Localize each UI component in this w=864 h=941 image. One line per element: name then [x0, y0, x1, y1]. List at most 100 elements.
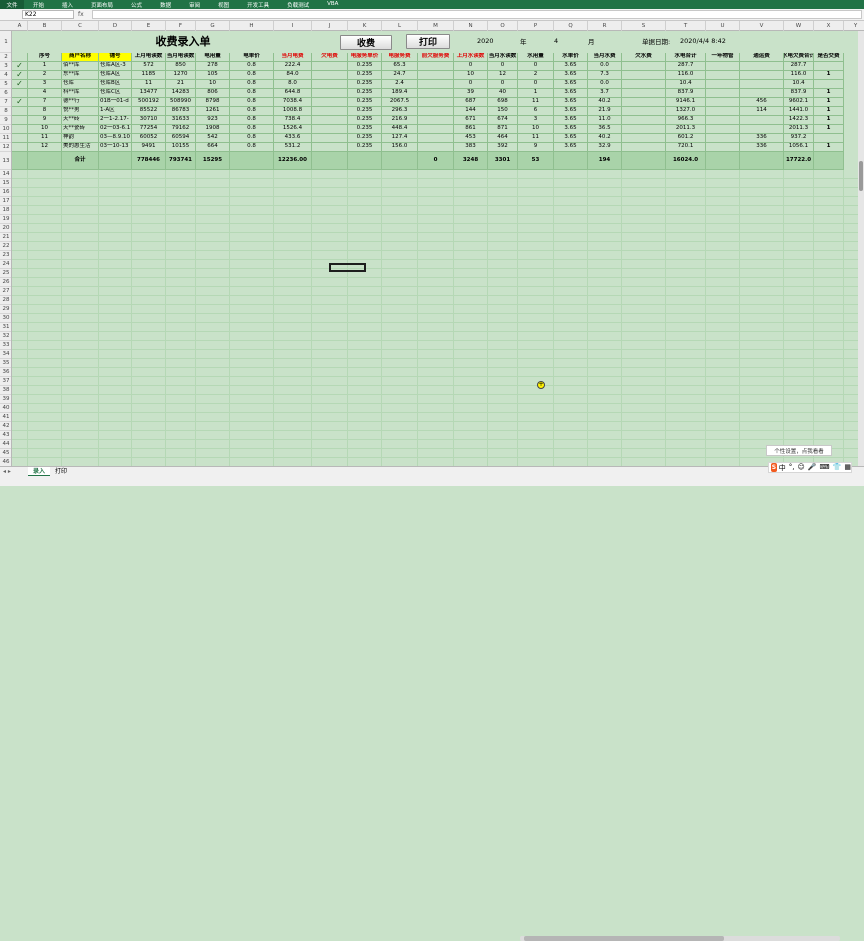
row-header[interactable]: 24 [0, 260, 11, 269]
total-cell[interactable]: 12236.00 [274, 152, 312, 170]
empty-cell[interactable] [62, 224, 99, 233]
data-cell[interactable]: 美的惠生活 [62, 143, 99, 152]
empty-cell[interactable] [554, 170, 588, 179]
empty-cell[interactable] [518, 404, 554, 413]
total-cell[interactable]: 3248 [454, 152, 488, 170]
empty-cell[interactable] [230, 215, 274, 224]
row-header[interactable]: 5 [0, 80, 11, 89]
header-cell[interactable]: 当月水费 [588, 53, 622, 62]
data-cell[interactable] [312, 116, 348, 125]
empty-cell[interactable] [12, 386, 28, 395]
data-cell[interactable] [418, 125, 454, 134]
empty-cell[interactable] [622, 395, 666, 404]
empty-cell[interactable] [348, 305, 382, 314]
empty-cell[interactable] [622, 197, 666, 206]
empty-cell[interactable] [784, 188, 814, 197]
row-header[interactable]: 16 [0, 188, 11, 197]
data-cell[interactable] [706, 89, 740, 98]
header-cell[interactable]: 水电欠费合计 [784, 53, 814, 62]
empty-cell[interactable] [132, 260, 166, 269]
data-cell[interactable]: 8.0 [274, 80, 312, 89]
empty-cell[interactable] [274, 224, 312, 233]
empty-cell[interactable] [454, 359, 488, 368]
data-cell[interactable]: 1441.0 [784, 107, 814, 116]
empty-cell[interactable] [348, 314, 382, 323]
empty-cell[interactable] [274, 260, 312, 269]
empty-cell[interactable] [554, 377, 588, 386]
empty-cell[interactable] [132, 197, 166, 206]
row-header[interactable]: 44 [0, 440, 11, 449]
empty-cell[interactable] [588, 233, 622, 242]
data-cell[interactable] [622, 98, 666, 107]
empty-cell[interactable] [132, 233, 166, 242]
empty-cell[interactable] [12, 458, 28, 466]
fx-icon[interactable]: fx [78, 10, 84, 19]
empty-cell[interactable] [132, 449, 166, 458]
empty-cell[interactable] [740, 314, 784, 323]
empty-cell[interactable] [554, 305, 588, 314]
empty-cell[interactable] [814, 314, 844, 323]
empty-cell[interactable] [454, 458, 488, 466]
empty-cell[interactable] [454, 413, 488, 422]
data-cell[interactable]: 0.0 [588, 62, 622, 71]
empty-cell[interactable] [196, 440, 230, 449]
empty-cell[interactable] [382, 359, 418, 368]
data-cell[interactable] [814, 134, 844, 143]
empty-cell[interactable] [588, 251, 622, 260]
empty-cell[interactable] [784, 314, 814, 323]
header-cell[interactable]: 当月电费 [274, 53, 312, 62]
empty-cell[interactable] [348, 368, 382, 377]
empty-cell[interactable] [418, 332, 454, 341]
empty-cell[interactable] [666, 458, 706, 466]
ime-item-icon[interactable]: °, [789, 463, 795, 473]
empty-cell[interactable] [418, 233, 454, 242]
data-cell[interactable]: 0.235 [348, 125, 382, 134]
empty-cell[interactable] [28, 404, 62, 413]
sogou-logo-icon[interactable]: S [771, 463, 777, 472]
empty-cell[interactable] [274, 422, 312, 431]
empty-cell[interactable] [12, 287, 28, 296]
ribbon-tab[interactable]: 负载测试 [278, 1, 318, 9]
empty-cell[interactable] [454, 341, 488, 350]
empty-cell[interactable] [348, 404, 382, 413]
empty-cell[interactable] [622, 377, 666, 386]
empty-cell[interactable] [706, 287, 740, 296]
empty-cell[interactable] [62, 386, 99, 395]
empty-cell[interactable] [518, 170, 554, 179]
empty-cell[interactable] [274, 179, 312, 188]
total-cell[interactable]: 0 [418, 152, 454, 170]
empty-cell[interactable] [814, 332, 844, 341]
empty-cell[interactable] [588, 206, 622, 215]
empty-cell[interactable] [706, 179, 740, 188]
empty-cell[interactable] [196, 287, 230, 296]
empty-cell[interactable] [814, 422, 844, 431]
data-cell[interactable]: 1 [518, 89, 554, 98]
empty-cell[interactable] [312, 377, 348, 386]
empty-cell[interactable] [554, 431, 588, 440]
row-header[interactable]: 25 [0, 269, 11, 278]
empty-cell[interactable] [454, 215, 488, 224]
data-cell[interactable]: 1261 [196, 107, 230, 116]
empty-cell[interactable] [382, 449, 418, 458]
data-cell[interactable]: 806 [196, 89, 230, 98]
empty-cell[interactable] [740, 188, 784, 197]
collect-fee-button[interactable]: 收费 [340, 35, 392, 50]
empty-cell[interactable] [230, 422, 274, 431]
empty-cell[interactable] [274, 323, 312, 332]
empty-cell[interactable] [99, 449, 132, 458]
empty-cell[interactable] [62, 269, 99, 278]
empty-cell[interactable] [488, 368, 518, 377]
empty-cell[interactable] [274, 197, 312, 206]
empty-cell[interactable] [554, 179, 588, 188]
empty-cell[interactable] [518, 377, 554, 386]
header-blank[interactable] [12, 53, 28, 62]
empty-cell[interactable] [348, 458, 382, 466]
data-cell[interactable]: 336 [740, 134, 784, 143]
empty-cell[interactable] [28, 242, 62, 251]
column-header[interactable]: B [28, 21, 62, 31]
empty-cell[interactable] [454, 395, 488, 404]
empty-cell[interactable] [706, 440, 740, 449]
column-header[interactable]: W [784, 21, 814, 31]
empty-cell[interactable] [28, 440, 62, 449]
row-check-icon[interactable] [12, 116, 28, 125]
